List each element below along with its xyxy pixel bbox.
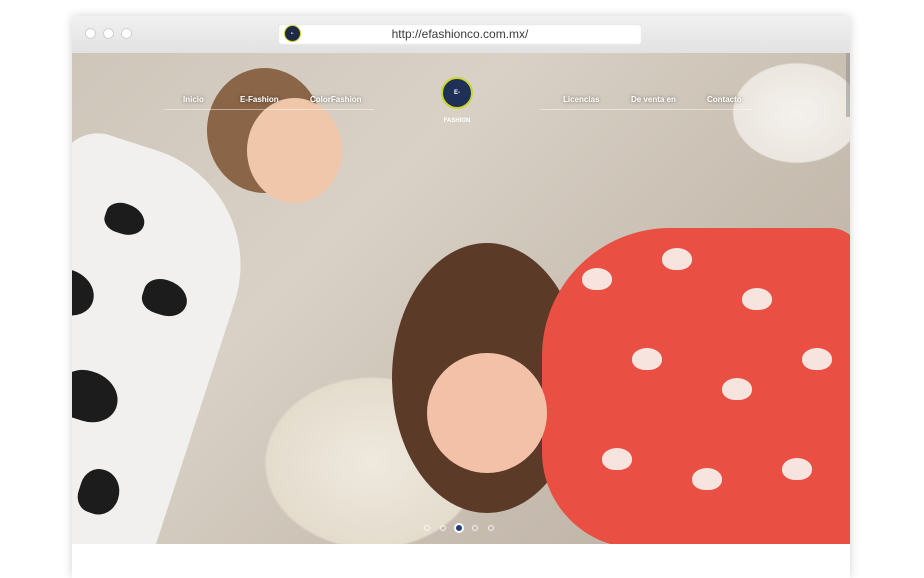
address-url[interactable]: http://efashionco.com.mx/ (278, 24, 642, 45)
window-minimize-button[interactable] (103, 28, 114, 39)
nav-item-inicio[interactable]: Inicio (183, 95, 204, 104)
nav-item-colorfashion[interactable]: ColorFashion (310, 95, 362, 104)
content-below-hero (72, 544, 850, 578)
window-close-button[interactable] (85, 28, 96, 39)
nav-item-contacto[interactable]: Contacto (707, 95, 742, 104)
slider-dot-2[interactable] (440, 525, 446, 531)
slider-dot-1[interactable] (424, 525, 430, 531)
hero-photo-figure-right (542, 228, 850, 544)
browser-titlebar: E-FASHION http://efashionco.com.mx/ (72, 16, 850, 54)
browser-window: E-FASHION http://efashionco.com.mx/ (72, 16, 850, 578)
main-navigation: Inicio E-Fashion ColorFashion E-FASHION … (72, 53, 850, 124)
nav-item-licencias[interactable]: Licencias (563, 95, 599, 104)
nav-divider-right (540, 109, 752, 110)
hero-photo-face-left (247, 98, 342, 203)
slider-dot-3-active[interactable] (454, 523, 464, 533)
nav-item-e-fashion[interactable]: E-Fashion (240, 95, 279, 104)
hero-slider[interactable]: Inicio E-Fashion ColorFashion E-FASHION … (72, 53, 850, 544)
hero-photo-figure-left (72, 123, 272, 544)
hero-photo-face-right (427, 353, 547, 473)
nav-item-de-venta-en[interactable]: De venta en (631, 95, 676, 104)
slider-dot-4[interactable] (472, 525, 478, 531)
slider-dot-5[interactable] (488, 525, 494, 531)
nav-divider-left (164, 109, 374, 110)
address-bar[interactable]: E-FASHION http://efashionco.com.mx/ (278, 24, 642, 45)
slider-pagination (422, 523, 502, 535)
site-logo[interactable]: E-FASHION (441, 77, 473, 124)
window-maximize-button[interactable] (121, 28, 132, 39)
